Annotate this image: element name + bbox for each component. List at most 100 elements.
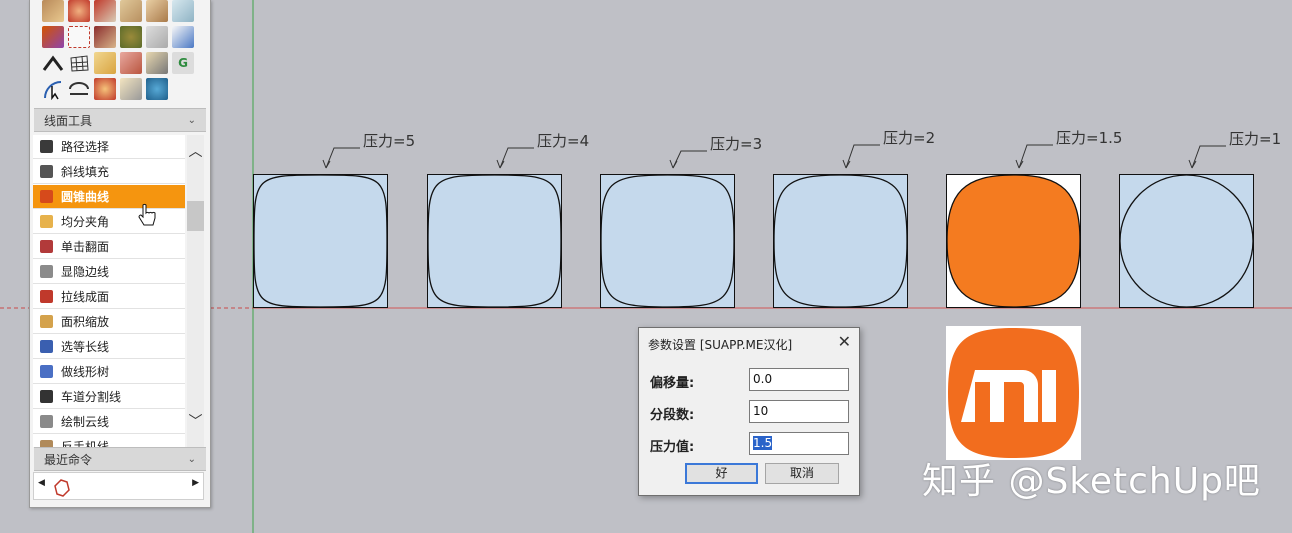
lane-divider-icon	[40, 390, 53, 403]
roof-icon[interactable]	[172, 26, 194, 48]
offset-input[interactable]: 0.0	[749, 368, 849, 391]
section-line-tools[interactable]: 线面工具 ⌄	[34, 108, 206, 132]
pressure-label-text: 压力=1.5	[1056, 129, 1123, 147]
tool-list-item[interactable]: 圆锥曲线	[33, 185, 185, 209]
squircle-shape[interactable]	[1119, 174, 1254, 308]
arc-cursor-icon[interactable]	[42, 78, 64, 101]
tool-list-item[interactable]: 反手机线	[33, 435, 185, 447]
hatch-fill-icon	[40, 165, 53, 178]
scroll-right-icon[interactable]: ▶	[192, 478, 199, 488]
pressure-input[interactable]: 1.5	[749, 432, 849, 455]
pressure-input-value: 1.5	[753, 436, 773, 450]
leader-line	[1006, 130, 1056, 181]
fold-icon[interactable]	[42, 0, 64, 22]
mi-logo	[946, 326, 1081, 460]
tool-list-item-label: 面积缩放	[61, 315, 110, 329]
watermark-text: 知乎 @SketchUp吧	[922, 461, 1261, 502]
plane-icon[interactable]	[146, 26, 168, 48]
cube-icon[interactable]	[172, 0, 194, 22]
pressure-label-text: 压力=2	[883, 129, 936, 147]
hand-cursor-icon	[138, 203, 158, 232]
squircle-shape[interactable]	[253, 174, 388, 308]
faucet-icon[interactable]	[94, 78, 116, 100]
chevron-down-icon: ⌄	[187, 454, 196, 465]
chevron-up-icon[interactable]	[42, 52, 64, 74]
conic-curve-icon[interactable]	[51, 476, 73, 501]
pressure-label-text: 压力=5	[363, 132, 416, 150]
squircle-shape[interactable]	[946, 174, 1081, 308]
reverse-line-icon	[40, 440, 53, 447]
tool-list-item-label: 显隐边线	[61, 265, 110, 279]
leader-line	[487, 130, 537, 181]
tool-list-item[interactable]: 做线形树	[33, 360, 185, 384]
tool-list-item[interactable]: 绘制云线	[33, 410, 185, 434]
conic-curve-icon	[40, 190, 53, 203]
leader-line	[833, 130, 883, 181]
arrow-icon[interactable]	[94, 0, 116, 22]
grid-icon[interactable]	[68, 52, 90, 74]
tool-list-item[interactable]: 均分夹角	[33, 210, 185, 234]
tool-list-item[interactable]: 单击翻面	[33, 235, 185, 259]
tool-list-item-label: 反手机线	[61, 440, 110, 447]
paint-icon[interactable]	[42, 26, 64, 48]
squircle-shape[interactable]	[600, 174, 735, 308]
pipe-icon[interactable]	[120, 0, 142, 22]
wall-icon[interactable]	[94, 26, 116, 48]
recent-commands-bar: ◀ ▶	[33, 472, 204, 500]
bisect-angle-icon	[40, 215, 53, 228]
close-icon[interactable]: ✕	[838, 332, 851, 351]
tool-list-item-label: 拉线成面	[61, 290, 110, 304]
tool-icon-grid: G	[38, 0, 203, 104]
arc-line-icon[interactable]	[68, 78, 90, 100]
tool-list-item[interactable]: 面积缩放	[33, 310, 185, 334]
box-icon[interactable]	[146, 52, 168, 74]
pressure-label: 压力值:	[650, 440, 695, 455]
flip-face-icon	[40, 240, 53, 253]
tool-list-item-label: 车道分割线	[61, 390, 122, 404]
tool-list-item[interactable]: 车道分割线	[33, 385, 185, 409]
tool-list-item[interactable]: 拉线成面	[33, 285, 185, 309]
cloud-line-icon	[40, 415, 53, 428]
tool-list-item-label: 圆锥曲线	[61, 190, 110, 204]
tree-icon[interactable]	[120, 26, 142, 48]
rotate-icon[interactable]	[68, 0, 90, 22]
tool-list-item-label: 路径选择	[61, 140, 110, 154]
board-icon[interactable]	[120, 52, 142, 74]
line-tree-icon	[40, 365, 53, 378]
scrollbar[interactable]	[187, 135, 204, 447]
tool-list-item[interactable]: 选等长线	[33, 335, 185, 359]
scroll-left-icon[interactable]: ◀	[38, 478, 45, 488]
select-box-icon[interactable]	[68, 26, 90, 48]
param-dialog: 参数设置 [SUAPP.ME汉化] ✕ 偏移量: 0.0 分段数: 10 压力值…	[638, 327, 860, 496]
equal-length-icon	[40, 340, 53, 353]
section-recent[interactable]: 最近命令 ⌄	[34, 447, 206, 471]
tool-list-item-label: 斜线填充	[61, 165, 110, 179]
elbow-icon[interactable]	[146, 0, 168, 22]
ok-button[interactable]: 好	[685, 463, 758, 484]
tool-list-item[interactable]: 显隐边线	[33, 260, 185, 284]
scroll-down-icon[interactable]: ﹀	[187, 412, 204, 432]
squircle-shape[interactable]	[773, 174, 908, 308]
g-icon[interactable]: G	[172, 52, 194, 74]
cancel-button[interactable]: 取消	[765, 463, 839, 484]
toggle-edges-icon	[40, 265, 53, 278]
dialog-title: 参数设置 [SUAPP.ME汉化]	[648, 338, 793, 352]
tool-list-item[interactable]: 路径选择	[33, 135, 185, 159]
path-select-icon	[40, 140, 53, 153]
tool-list: 路径选择斜线填充圆锥曲线均分夹角单击翻面显隐边线拉线成面面积缩放选等长线 做线形树…	[33, 135, 185, 447]
tool-list-item-label: 绘制云线	[61, 415, 110, 429]
scroll-thumb[interactable]	[187, 201, 204, 231]
leader-line	[313, 130, 363, 181]
book-icon[interactable]	[120, 78, 142, 100]
tool-list-item[interactable]: 斜线填充	[33, 160, 185, 184]
segments-input[interactable]: 10	[749, 400, 849, 423]
m-sphere-icon[interactable]	[146, 78, 168, 100]
leader-line	[1179, 130, 1229, 181]
tool-list-item-label: 均分夹角	[61, 215, 110, 229]
area-scale-icon	[40, 315, 53, 328]
diamond-icon[interactable]	[94, 52, 116, 74]
squircle-shape[interactable]	[427, 174, 562, 308]
scroll-up-icon[interactable]: ︿	[187, 142, 204, 162]
section-recent-label: 最近命令	[44, 453, 93, 467]
pressure-label-text: 压力=3	[710, 135, 763, 153]
